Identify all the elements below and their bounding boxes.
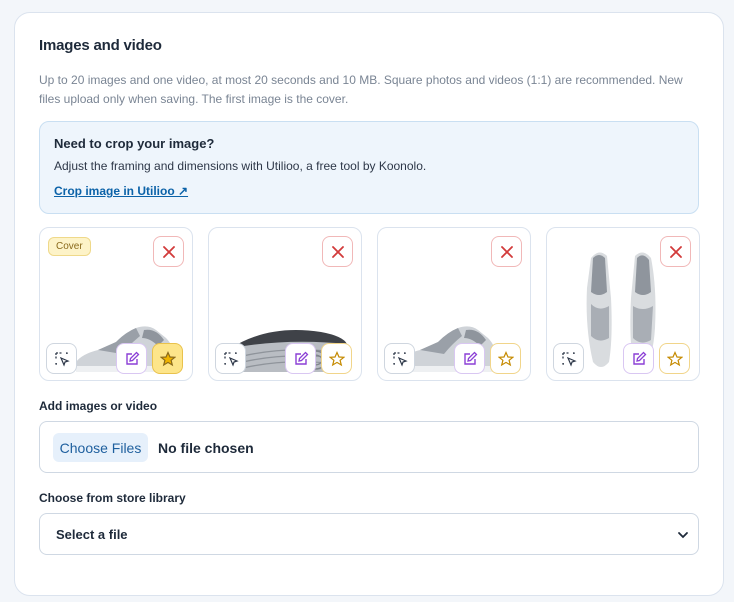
notice-title: Need to crop your image? — [54, 136, 215, 151]
star-icon — [328, 350, 345, 366]
crop-notice: Need to crop your image? Adjust the fram… — [39, 121, 699, 214]
star-icon — [497, 350, 514, 366]
set-cover-button[interactable] — [152, 343, 183, 374]
select-cursor-icon — [54, 351, 70, 367]
upload-label: Add images or video — [39, 399, 158, 413]
select-media-button[interactable] — [215, 343, 246, 374]
edit-icon — [463, 351, 477, 365]
edit-icon — [125, 351, 139, 365]
remove-media-button[interactable] — [153, 236, 184, 267]
star-icon — [666, 350, 683, 366]
select-media-button[interactable] — [46, 343, 77, 374]
select-cursor-icon — [223, 351, 239, 367]
crop-image-link[interactable]: Crop image in Utilioo ↗ — [54, 184, 188, 198]
chevron-down-icon — [678, 532, 688, 539]
select-cursor-icon — [561, 351, 577, 367]
select-cursor-icon — [392, 351, 408, 367]
edit-media-button[interactable] — [454, 343, 485, 374]
media-item[interactable] — [377, 227, 531, 381]
file-status: No file chosen — [158, 440, 254, 456]
remove-media-button[interactable] — [660, 236, 691, 267]
close-icon — [500, 245, 513, 258]
edit-media-button[interactable] — [623, 343, 654, 374]
set-cover-button[interactable] — [659, 343, 690, 374]
cover-badge: Cover — [48, 237, 91, 256]
edit-icon — [294, 351, 308, 365]
library-select-value: Select a file — [56, 527, 128, 542]
select-media-button[interactable] — [384, 343, 415, 374]
select-media-button[interactable] — [553, 343, 584, 374]
close-icon — [162, 245, 175, 258]
remove-media-button[interactable] — [322, 236, 353, 267]
library-select[interactable]: Select a file — [39, 513, 699, 555]
edit-media-button[interactable] — [285, 343, 316, 374]
close-icon — [331, 245, 344, 258]
edit-media-button[interactable] — [116, 343, 147, 374]
library-label: Choose from store library — [39, 491, 186, 505]
notice-text: Adjust the framing and dimensions with U… — [54, 159, 427, 173]
section-description: Up to 20 images and one video, at most 2… — [39, 73, 683, 106]
media-grid: Cover — [39, 227, 701, 383]
choose-files-button[interactable]: Choose Files — [53, 433, 148, 462]
close-icon — [669, 245, 682, 258]
file-input[interactable]: Choose Files No file chosen — [39, 421, 699, 473]
media-item[interactable] — [546, 227, 700, 381]
set-cover-button[interactable] — [321, 343, 352, 374]
section-title: Images and video — [39, 37, 162, 54]
media-item[interactable] — [208, 227, 362, 381]
star-icon — [159, 350, 176, 366]
remove-media-button[interactable] — [491, 236, 522, 267]
media-item[interactable]: Cover — [39, 227, 193, 381]
images-video-card: Images and video Up to 20 images and one… — [14, 12, 724, 596]
edit-icon — [632, 351, 646, 365]
set-cover-button[interactable] — [490, 343, 521, 374]
